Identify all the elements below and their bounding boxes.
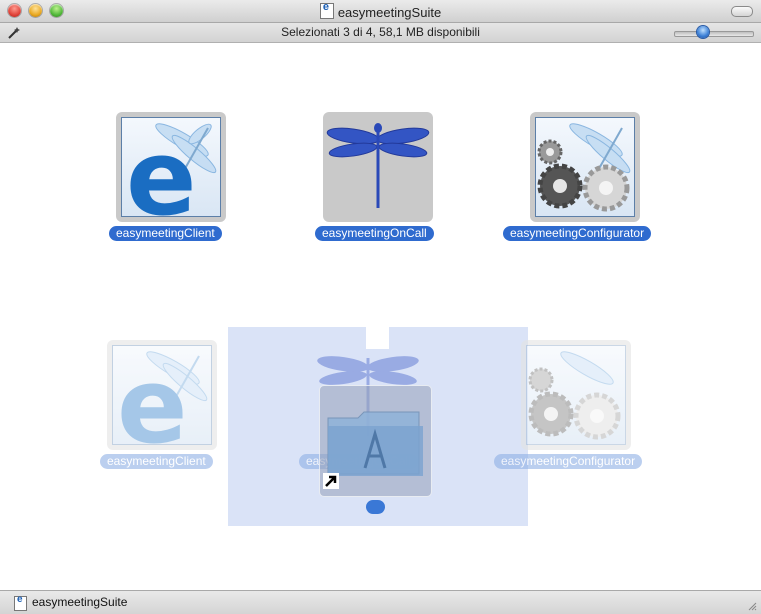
easymeeting-client-icon[interactable]: e (116, 112, 226, 222)
gears-dragonfly-icon[interactable] (530, 112, 640, 222)
icon-size-slider-knob[interactable] (697, 26, 709, 38)
toolbar-toggle-button[interactable] (731, 6, 753, 17)
easymeeting-client-icon: e (107, 340, 217, 450)
file-item-label[interactable]: easymeetingConfigurator (503, 226, 652, 241)
window-title: easymeetingSuite (337, 5, 442, 20)
resize-grip-icon[interactable] (747, 601, 757, 611)
dragonfly-icon[interactable] (323, 112, 433, 222)
file-item-label: easymeetingClient (100, 454, 213, 469)
path-bar-label[interactable]: easymeetingSuite (32, 595, 127, 609)
finder-window: easymeetingSuite Selezionati 3 di 4, 58,… (0, 0, 761, 614)
title-bar[interactable]: easymeetingSuite (0, 0, 761, 23)
folder-path-icon[interactable] (14, 594, 27, 611)
icon-view[interactable]: e easymeetingClient easymeetingOnCall ea… (0, 43, 761, 590)
gears-dragonfly-icon (521, 340, 631, 450)
icon-size-slider[interactable] (674, 31, 754, 37)
file-item-label[interactable]: easymeetingOnCall (315, 226, 434, 241)
alias-arrow-icon (323, 473, 339, 489)
path-bar: easymeetingSuite (0, 590, 761, 614)
svg-text:e: e (126, 118, 197, 216)
file-item-label[interactable]: easymeetingClient (109, 226, 222, 241)
status-text: Selezionati 3 di 4, 58,1 MB disponibili (281, 25, 480, 39)
status-bar: Selezionati 3 di 4, 58,1 MB disponibili (0, 23, 761, 43)
file-item-label: easymeetingConfigurator (494, 454, 643, 469)
app-document-icon (319, 1, 334, 19)
drag-count-badge (366, 500, 385, 514)
window-title-container: easymeetingSuite (0, 1, 761, 20)
svg-text:e: e (117, 346, 188, 444)
